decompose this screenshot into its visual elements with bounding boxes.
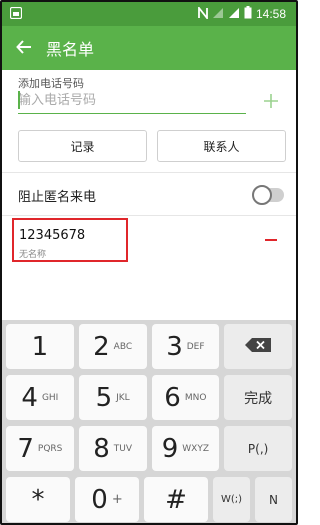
key-digit: 7	[17, 433, 34, 464]
key-letters: GHI	[41, 392, 59, 403]
key-digit: 3	[166, 331, 183, 362]
phone-number-input[interactable]	[18, 88, 246, 112]
key-letters: PQRS	[37, 443, 63, 454]
plus-icon	[264, 89, 278, 113]
backspace-icon	[245, 337, 272, 356]
backspace-key[interactable]	[224, 324, 292, 369]
divider	[2, 215, 296, 216]
block-anonymous-toggle[interactable]	[252, 185, 284, 205]
entry-name: 无名称	[19, 250, 47, 260]
key-digit: 1	[31, 331, 49, 362]
key-4[interactable]: 4 GHI	[6, 375, 74, 420]
block-anonymous-row[interactable]: 阻止匿名来电	[18, 178, 284, 212]
page-title: 黑名单	[46, 40, 95, 59]
done-key[interactable]: 完成	[224, 375, 292, 420]
toggle-knob	[252, 185, 272, 205]
key-letters: +	[111, 492, 123, 507]
key-letters: MNO	[184, 392, 207, 403]
key-1[interactable]: 1	[6, 324, 74, 369]
minus-icon	[265, 239, 277, 241]
key-star[interactable]: *	[6, 477, 70, 522]
key-digit: 4	[21, 382, 38, 413]
n-key-label: N	[269, 492, 278, 507]
phone-screen: 14:58 黑名单 添加电话号码 记录 联系人 阻止匿名来电 12345678	[0, 0, 298, 525]
back-button[interactable]	[6, 26, 42, 70]
phone-input-container	[18, 88, 246, 114]
key-letters: WXYZ	[182, 443, 210, 454]
key-letters: TUV	[113, 443, 133, 454]
arrow-left-icon	[16, 39, 32, 58]
source-button-row: 记录 联系人	[18, 130, 286, 162]
app-bar: 黑名单	[2, 26, 296, 70]
key-7[interactable]: 7 PQRS	[6, 426, 74, 471]
contacts-button[interactable]: 联系人	[157, 130, 286, 162]
key-9[interactable]: 9 WXYZ	[151, 426, 220, 471]
text-cursor	[18, 91, 20, 109]
key-letters: DEF	[186, 341, 205, 352]
key-letters: ABC	[113, 341, 133, 352]
dial-keypad: 1 2 ABC 3 DEF 4 GHI 5 JKL 6 MNO 完成 7 PQRS 8 TUV…	[2, 320, 296, 523]
key-digit: #	[165, 484, 187, 515]
wait-key-label: W(;)	[220, 494, 243, 505]
log-button[interactable]: 记录	[18, 130, 147, 162]
key-digit: 2	[93, 331, 110, 362]
key-3[interactable]: 3 DEF	[151, 324, 220, 369]
status-time: 14:58	[255, 7, 286, 21]
block-anonymous-label: 阻止匿名来电	[18, 189, 97, 205]
divider	[2, 172, 296, 173]
key-digit: 0	[91, 484, 108, 515]
key-digit: 8	[93, 433, 110, 464]
status-bar: 14:58	[2, 2, 296, 26]
add-number-button[interactable]	[260, 90, 282, 112]
key-letters: JKL	[116, 392, 130, 403]
key-digit: 9	[161, 433, 179, 464]
key-digit: *	[31, 484, 45, 515]
blocked-number-entry[interactable]: 12345678 无名称	[12, 218, 128, 262]
key-digit: 5	[95, 382, 113, 413]
battery-icon	[244, 6, 252, 22]
key-8[interactable]: 8 TUV	[78, 426, 147, 471]
key-hash[interactable]: #	[144, 477, 208, 522]
wifi-off-icon	[212, 7, 224, 22]
key-0[interactable]: 0 +	[75, 477, 139, 522]
remove-entry-button[interactable]	[260, 232, 282, 248]
wait-key[interactable]: W(;)	[213, 477, 250, 522]
done-key-label: 完成	[244, 390, 273, 407]
gallery-notification-icon	[9, 6, 23, 22]
pause-key-label: P(,)	[247, 441, 269, 456]
pause-key[interactable]: P(,)	[224, 426, 292, 471]
signal-icon	[228, 7, 240, 22]
entry-number: 12345678	[19, 228, 86, 243]
key-digit: 6	[164, 382, 181, 413]
key-2[interactable]: 2 ABC	[78, 324, 147, 369]
key-6[interactable]: 6 MNO	[151, 375, 220, 420]
nfc-icon	[198, 4, 208, 22]
key-5[interactable]: 5 JKL	[78, 375, 147, 420]
n-key[interactable]: N	[255, 477, 292, 522]
